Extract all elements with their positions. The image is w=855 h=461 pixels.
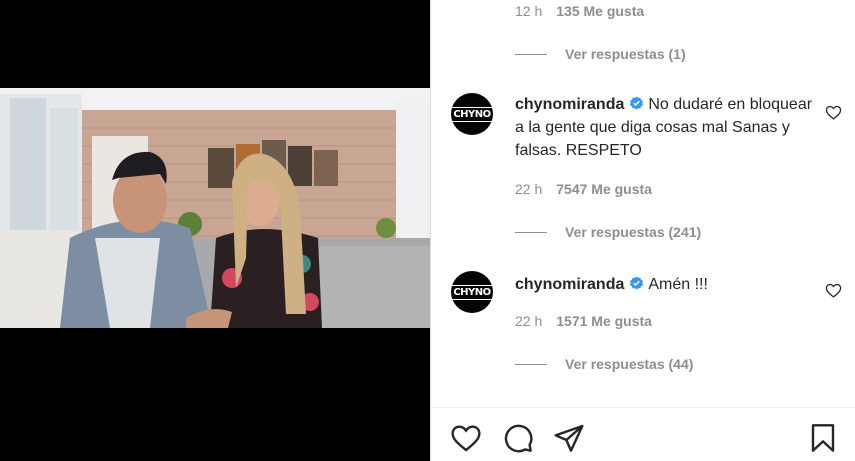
verified-badge-icon — [630, 276, 644, 290]
comment-time: 22 h — [515, 313, 543, 329]
top-comment-meta: 12 h 135 Me gusta — [515, 3, 644, 19]
post-media[interactable] — [0, 0, 430, 461]
comment-time: 12 h — [515, 3, 543, 19]
like-comment-heart-icon[interactable] — [825, 282, 842, 299]
replies-line — [515, 363, 547, 365]
view-replies-label: Ver respuestas (1) — [565, 46, 686, 62]
replies-line — [515, 53, 547, 55]
actions-divider — [431, 407, 855, 408]
replies-line — [515, 231, 547, 233]
heart-icon[interactable] — [450, 422, 482, 454]
comment-body: chynomiranda Amén !!! — [515, 273, 815, 296]
comments-panel: 12 h 135 Me gusta Ver respuestas (1) CHY… — [431, 0, 855, 461]
avatar-logo-text: CHYNO — [450, 284, 494, 300]
comment-username[interactable]: chynomiranda — [515, 96, 624, 113]
comment-meta: 22 h 1571 Me gusta — [515, 313, 652, 329]
bookmark-icon[interactable] — [807, 422, 839, 454]
comment-icon[interactable] — [502, 422, 534, 454]
video-frame[interactable] — [0, 88, 430, 328]
comment-meta: 22 h 7547 Me gusta — [515, 181, 652, 197]
comment-text: Amén !!! — [648, 276, 708, 293]
share-icon[interactable] — [553, 422, 585, 454]
comment-username[interactable]: chynomiranda — [515, 276, 624, 293]
avatar-logo-text: CHYNO — [450, 106, 494, 122]
comment-body: chynomiranda No dudaré en bloquear a la g… — [515, 93, 815, 162]
view-replies-button[interactable]: Ver respuestas (241) — [515, 224, 701, 240]
comment-likes[interactable]: 7547 Me gusta — [556, 181, 652, 197]
comment-likes[interactable]: 1571 Me gusta — [556, 313, 652, 329]
like-comment-heart-icon[interactable] — [825, 104, 842, 121]
view-replies-button[interactable]: Ver respuestas (1) — [515, 46, 686, 62]
avatar[interactable]: CHYNO — [450, 93, 494, 135]
avatar[interactable]: CHYNO — [450, 271, 494, 313]
comment-likes[interactable]: 135 Me gusta — [556, 3, 644, 19]
comment-item: CHYNO chynomiranda Amén !!! — [450, 271, 821, 315]
video-scene-image — [0, 88, 430, 328]
verified-badge-icon — [630, 96, 644, 110]
view-replies-label: Ver respuestas (44) — [565, 356, 694, 372]
view-replies-button[interactable]: Ver respuestas (44) — [515, 356, 693, 372]
comment-time: 22 h — [515, 181, 543, 197]
view-replies-label: Ver respuestas (241) — [565, 224, 702, 240]
